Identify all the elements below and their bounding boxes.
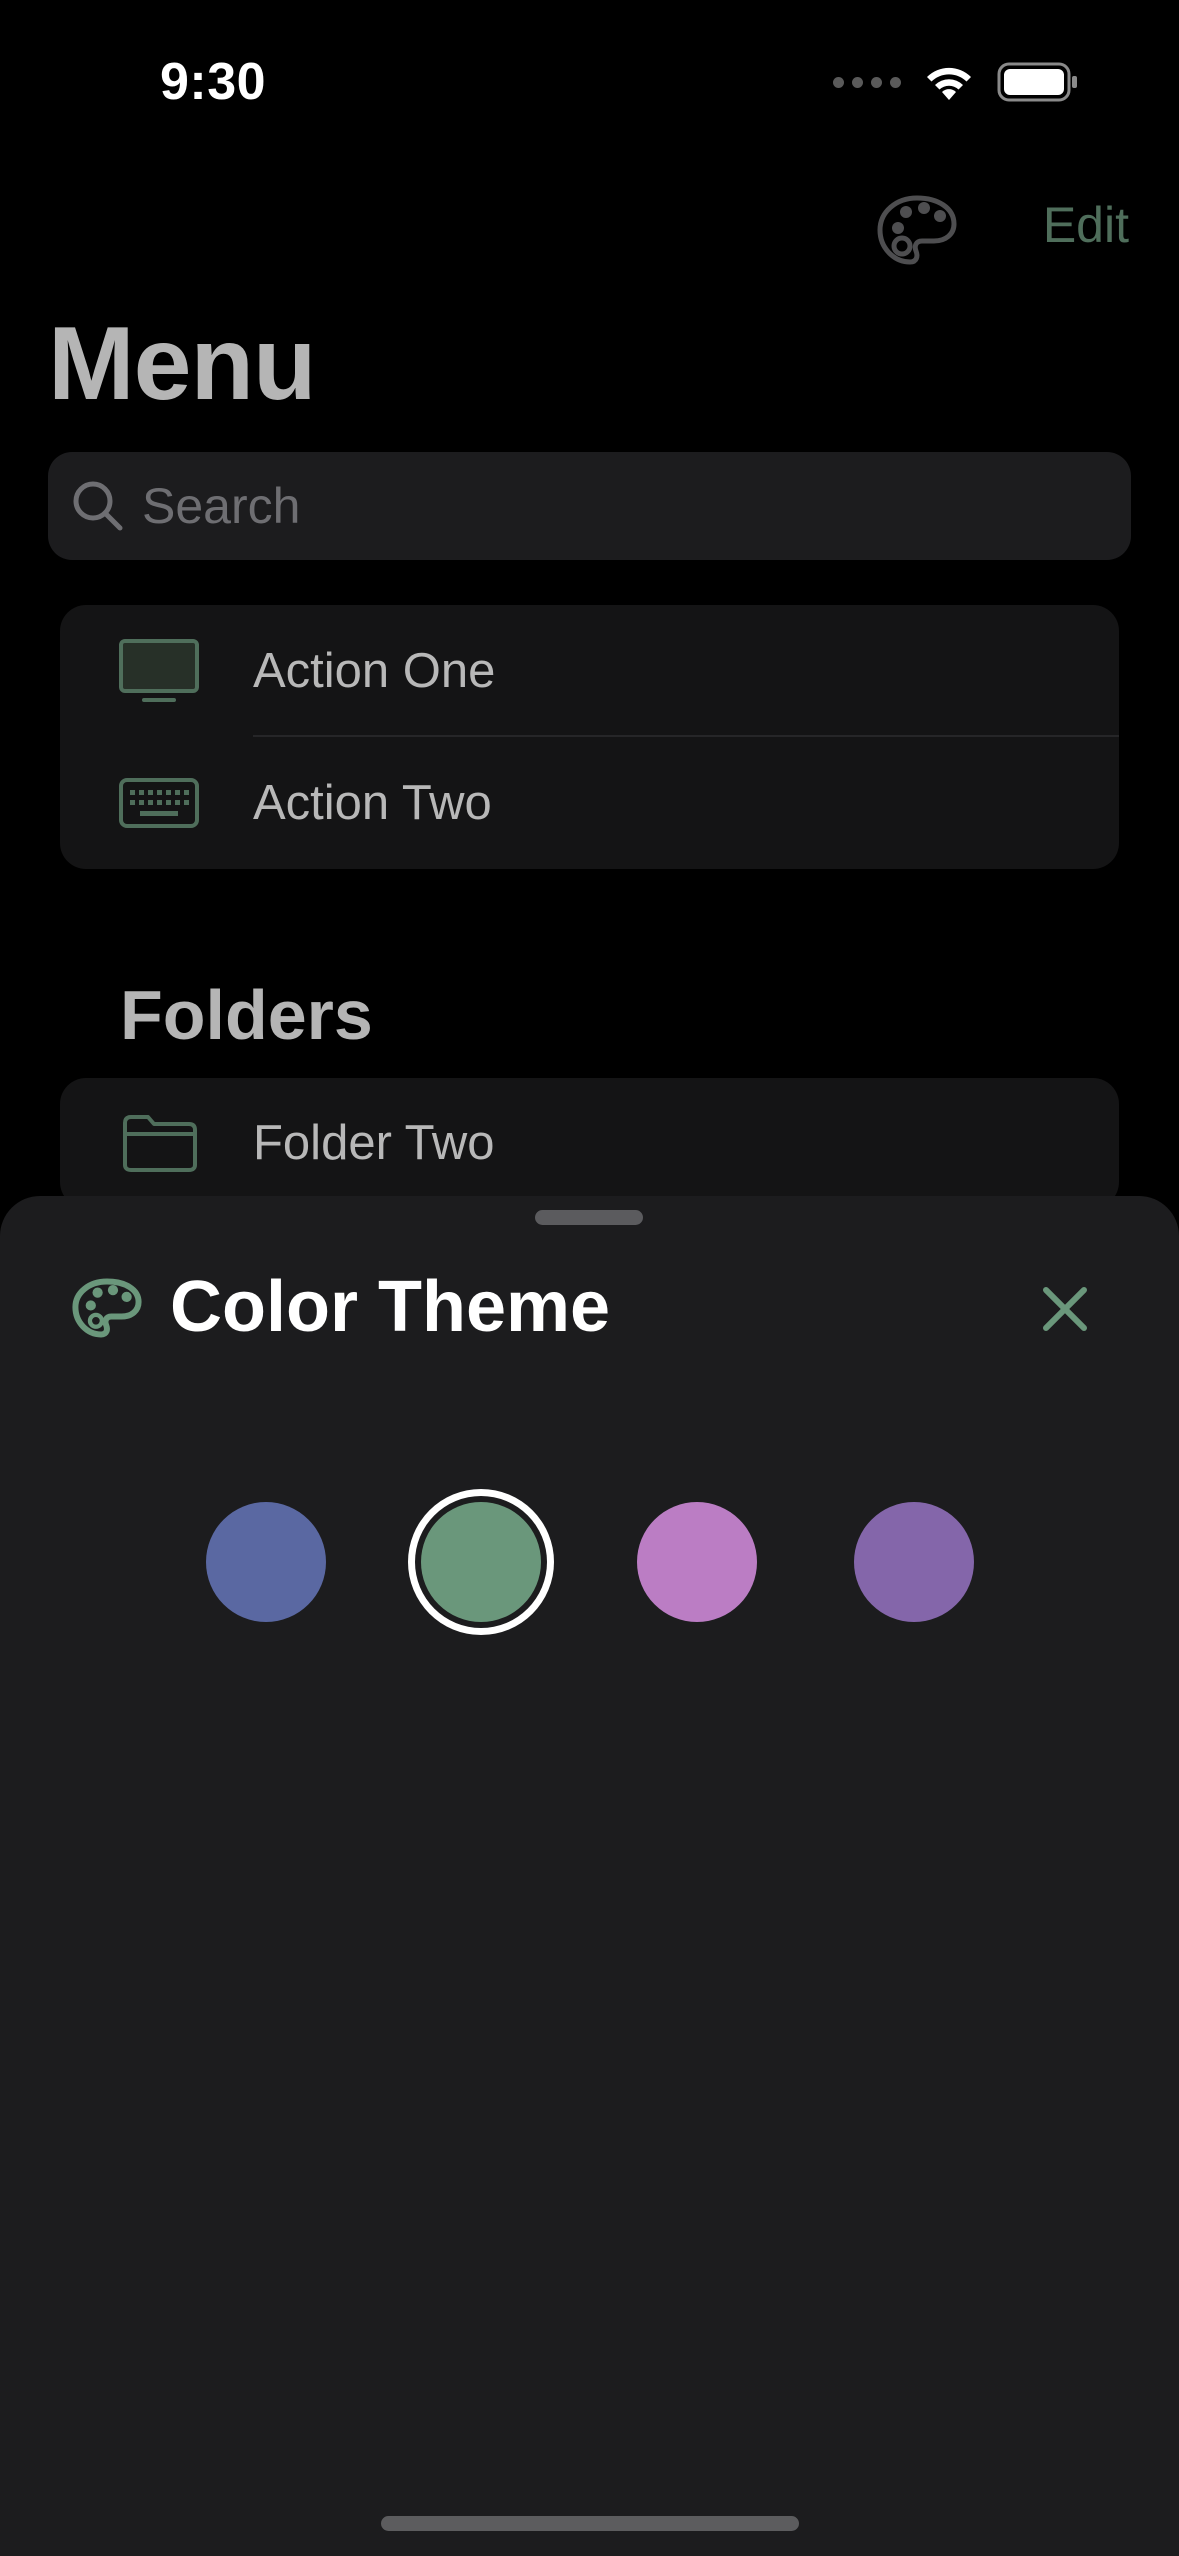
color-swatch-blue[interactable] (206, 1502, 326, 1622)
section-header-folders: Folders (120, 976, 373, 1054)
status-time: 9:30 (160, 53, 267, 111)
actions-list: Action One Action Two (60, 605, 1119, 869)
list-item-label: Action One (253, 644, 496, 698)
screen: 9:30 Edit Menu Search Action One Action … (0, 0, 1179, 2556)
list-item-action-one[interactable]: Action One (60, 605, 1119, 737)
sheet-title: Color Theme (170, 1267, 611, 1347)
search-field[interactable]: Search (48, 452, 1131, 560)
edit-button[interactable]: Edit (1043, 196, 1129, 254)
search-icon (73, 481, 123, 531)
list-item-label: Action Two (253, 776, 492, 830)
list-item-folder-two[interactable]: Folder Two (60, 1078, 1119, 1208)
folder-icon (123, 1115, 197, 1172)
close-icon[interactable] (1036, 1280, 1094, 1338)
search-placeholder: Search (142, 478, 301, 534)
folders-list: Folder Two (60, 1078, 1119, 1208)
display-icon (119, 639, 199, 702)
color-swatch-pink[interactable] (637, 1502, 757, 1622)
palette-icon (72, 1278, 142, 1338)
page-title: Menu (48, 306, 317, 422)
list-item-action-two[interactable]: Action Two (60, 737, 1119, 869)
color-swatch-purple[interactable] (854, 1502, 974, 1622)
battery-icon (997, 62, 1077, 102)
wifi-icon (927, 67, 971, 100)
color-theme-sheet: Color Theme (0, 1196, 1179, 2556)
sheet-grabber[interactable] (535, 1210, 643, 1225)
palette-icon[interactable] (876, 190, 958, 272)
cellular-signal-icon (833, 76, 901, 88)
list-item-label: Folder Two (253, 1116, 495, 1170)
status-icons (833, 62, 1079, 102)
color-swatch-green[interactable] (421, 1502, 541, 1622)
keyboard-icon (119, 778, 199, 828)
home-indicator (381, 2516, 799, 2531)
